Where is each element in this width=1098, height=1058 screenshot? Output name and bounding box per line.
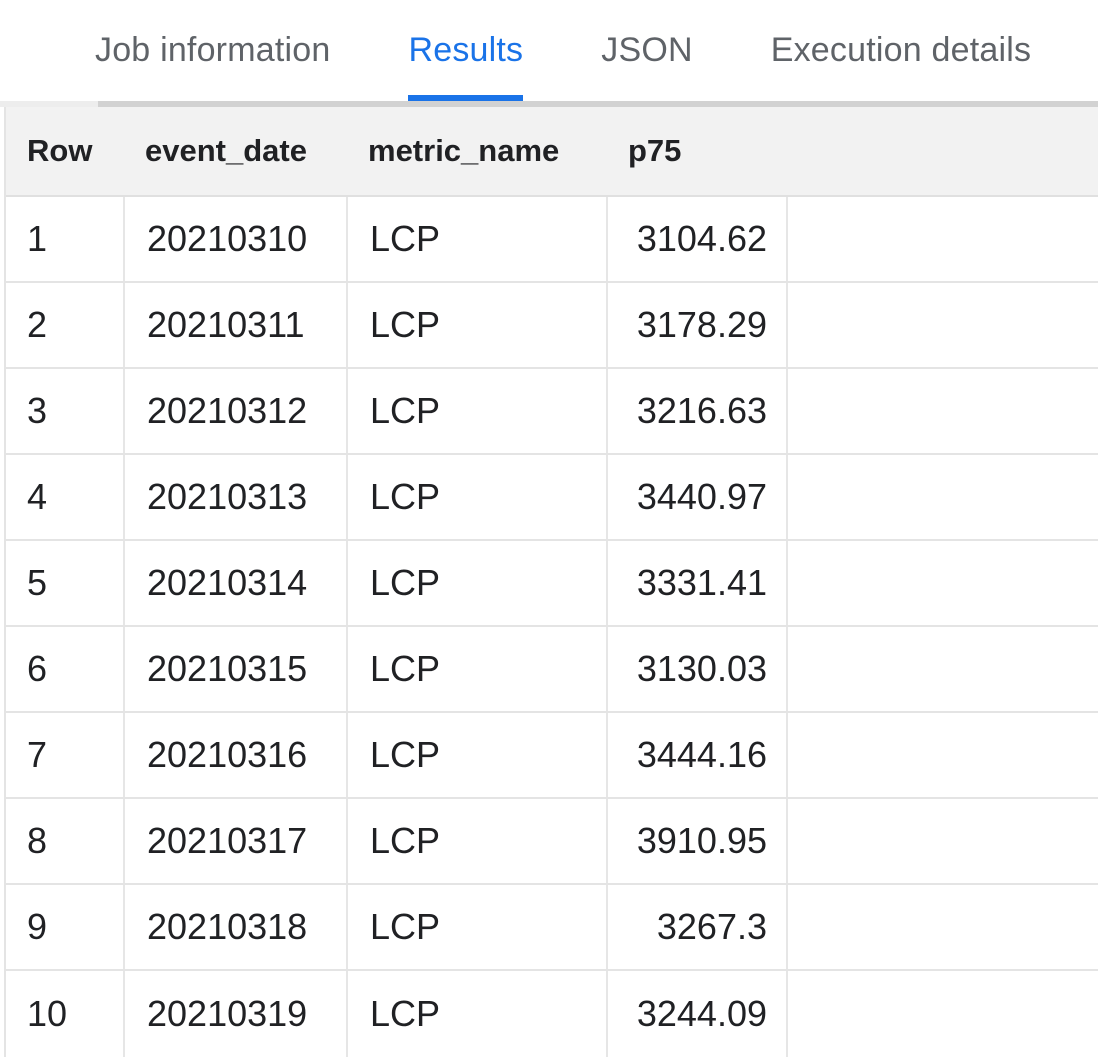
cell-row-number: 7 [6, 713, 123, 797]
cell-filler [786, 455, 1098, 539]
column-header-row: Row [6, 107, 123, 195]
cell-row-number: 3 [6, 369, 123, 453]
tab-results[interactable]: Results [369, 0, 562, 101]
cell-p75: 3444.16 [606, 713, 786, 797]
tab-label: Results [408, 31, 523, 70]
table-row: 7 20210316 LCP 3444.16 [6, 713, 1098, 799]
table-row: 6 20210315 LCP 3130.03 [6, 627, 1098, 713]
tab-job-information[interactable]: Job information [56, 0, 369, 101]
cell-filler [786, 197, 1098, 281]
query-results-panel: Job information Results JSON Execution d… [0, 0, 1098, 1058]
table-header-row: Row event_date metric_name p75 [6, 107, 1098, 197]
cell-metric-name: LCP [346, 283, 606, 367]
column-header-metric-name: metric_name [346, 107, 606, 195]
cell-event-date: 20210316 [123, 713, 346, 797]
cell-p75: 3104.62 [606, 197, 786, 281]
table-row: 9 20210318 LCP 3267.3 [6, 885, 1098, 971]
cell-row-number: 6 [6, 627, 123, 711]
tab-execution-details[interactable]: Execution details [732, 0, 1070, 101]
tab-json[interactable]: JSON [562, 0, 731, 101]
column-header-filler [786, 107, 1098, 195]
cell-p75: 3178.29 [606, 283, 786, 367]
table-body: 1 20210310 LCP 3104.62 2 20210311 LCP 31… [6, 197, 1098, 1057]
cell-row-number: 1 [6, 197, 123, 281]
table-row: 10 20210319 LCP 3244.09 [6, 971, 1098, 1057]
cell-row-number: 5 [6, 541, 123, 625]
cell-event-date: 20210312 [123, 369, 346, 453]
tab-label: Job information [95, 31, 330, 70]
tab-label: JSON [601, 31, 692, 70]
cell-p75: 3267.3 [606, 885, 786, 969]
cell-metric-name: LCP [346, 455, 606, 539]
cell-metric-name: LCP [346, 627, 606, 711]
table-row: 4 20210313 LCP 3440.97 [6, 455, 1098, 541]
cell-filler [786, 369, 1098, 453]
cell-metric-name: LCP [346, 799, 606, 883]
cell-p75: 3130.03 [606, 627, 786, 711]
cell-row-number: 8 [6, 799, 123, 883]
cell-event-date: 20210319 [123, 971, 346, 1057]
cell-p75: 3244.09 [606, 971, 786, 1057]
cell-filler [786, 885, 1098, 969]
cell-event-date: 20210317 [123, 799, 346, 883]
cell-filler [786, 971, 1098, 1057]
cell-event-date: 20210318 [123, 885, 346, 969]
column-header-event-date: event_date [123, 107, 346, 195]
cell-event-date: 20210313 [123, 455, 346, 539]
table-row: 5 20210314 LCP 3331.41 [6, 541, 1098, 627]
cell-filler [786, 627, 1098, 711]
cell-filler [786, 799, 1098, 883]
cell-p75: 3216.63 [606, 369, 786, 453]
tab-bar: Job information Results JSON Execution d… [0, 0, 1098, 101]
cell-filler [786, 713, 1098, 797]
cell-event-date: 20210311 [123, 283, 346, 367]
cell-p75: 3440.97 [606, 455, 786, 539]
horizontal-scrollbar[interactable] [0, 101, 1098, 107]
cell-p75: 3331.41 [606, 541, 786, 625]
cell-p75: 3910.95 [606, 799, 786, 883]
cell-row-number: 9 [6, 885, 123, 969]
cell-event-date: 20210315 [123, 627, 346, 711]
cell-event-date: 20210310 [123, 197, 346, 281]
cell-metric-name: LCP [346, 885, 606, 969]
table-row: 2 20210311 LCP 3178.29 [6, 283, 1098, 369]
cell-filler [786, 541, 1098, 625]
table-row: 3 20210312 LCP 3216.63 [6, 369, 1098, 455]
table-row: 1 20210310 LCP 3104.62 [6, 197, 1098, 283]
cell-metric-name: LCP [346, 197, 606, 281]
cell-metric-name: LCP [346, 369, 606, 453]
tab-label: Execution details [771, 31, 1031, 70]
cell-metric-name: LCP [346, 971, 606, 1057]
table-row: 8 20210317 LCP 3910.95 [6, 799, 1098, 885]
cell-row-number: 10 [6, 971, 123, 1057]
horizontal-scrollbar-thumb[interactable] [98, 101, 1098, 107]
results-table: Row event_date metric_name p75 1 2021031… [4, 107, 1098, 1057]
column-header-p75: p75 [606, 107, 786, 195]
cell-event-date: 20210314 [123, 541, 346, 625]
cell-filler [786, 283, 1098, 367]
cell-row-number: 4 [6, 455, 123, 539]
cell-metric-name: LCP [346, 713, 606, 797]
cell-row-number: 2 [6, 283, 123, 367]
cell-metric-name: LCP [346, 541, 606, 625]
